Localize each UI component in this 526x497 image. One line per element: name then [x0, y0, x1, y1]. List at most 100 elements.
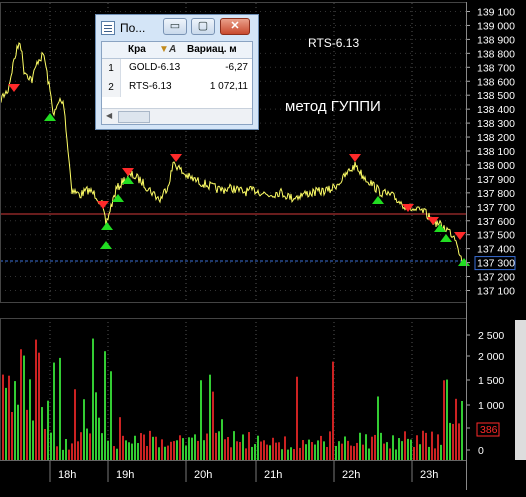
minimize-button[interactable]: ▭ [163, 18, 187, 35]
row-value: -6,27 [225, 62, 248, 73]
volume-bar [272, 437, 274, 460]
volume-bar [68, 449, 70, 460]
column-header-name[interactable]: Кра [128, 44, 146, 55]
table-row[interactable]: 2 RTS-6.13 1 072,11 [102, 78, 252, 97]
volume-bar [89, 433, 91, 460]
volume-bar [233, 431, 235, 460]
scroll-left-icon[interactable]: ◀ [106, 111, 112, 120]
sell-signal-marker [349, 154, 361, 162]
volume-bar [305, 444, 307, 460]
table-row[interactable]: 1 GOLD-6.13 -6,27 [102, 59, 252, 78]
sell-signal-marker [8, 84, 20, 92]
volume-bar [308, 439, 310, 460]
volume-bar [269, 445, 271, 460]
volume-bar [170, 441, 172, 460]
volume-bar [179, 435, 181, 460]
price-axis-label: 138 100 [477, 146, 515, 158]
volume-bar [359, 432, 361, 460]
volume-bar [131, 443, 133, 460]
volume-bar [11, 412, 13, 460]
volume-bar [236, 441, 238, 460]
volume-axis-label: 2 000 [478, 351, 504, 363]
volume-bar [320, 435, 322, 460]
volume-bar [14, 381, 16, 460]
column-header-value[interactable]: Вариац. м [187, 44, 237, 55]
sell-signal-marker [170, 154, 182, 162]
volume-bar [155, 436, 157, 460]
volume-bar [302, 440, 304, 460]
price-axis-label: 139 000 [477, 20, 515, 32]
volume-axis-label: 0 [478, 445, 484, 457]
volume-bar [164, 446, 166, 460]
volume-bar [182, 438, 184, 460]
volume-bar [299, 447, 301, 460]
volume-bar [338, 441, 340, 460]
volume-bar [347, 440, 349, 460]
instrument-label: RTS-6.13 [308, 36, 359, 50]
volume-bar [323, 441, 325, 460]
volume-bar [29, 379, 31, 460]
volume-bar [80, 432, 82, 460]
row-value: 1 072,11 [209, 81, 248, 92]
volume-bar [317, 440, 319, 460]
volume-bar [245, 448, 247, 460]
volume-bar [227, 436, 229, 460]
volume-axis-label: 1 500 [478, 375, 504, 387]
volume-bar [428, 446, 430, 460]
volume-bar [389, 448, 391, 460]
scrollbar-thumb[interactable] [118, 111, 150, 123]
volume-bar [350, 445, 352, 460]
sell-signal-marker [454, 232, 466, 240]
close-button[interactable]: ✕ [220, 18, 250, 35]
volume-bar [281, 449, 283, 460]
volume-bar [380, 432, 382, 460]
volume-bar [449, 422, 451, 460]
time-axis-label: 20h [194, 469, 212, 481]
volume-bar [32, 420, 34, 460]
volume-bar [284, 436, 286, 460]
volume-bar [200, 380, 202, 460]
sort-icon[interactable]: A [169, 44, 176, 55]
floating-window[interactable]: По... ▭ ▢ ✕ Кра ▼ A Вариац. м 1 GOLD-6.1… [95, 14, 259, 130]
volume-bar [368, 448, 370, 460]
volume-bar [140, 433, 142, 460]
volume-bar [290, 447, 292, 460]
volume-bar [101, 433, 103, 460]
volume-bar [173, 441, 175, 460]
volume-bar [83, 399, 85, 460]
volume-bar [191, 437, 193, 460]
horizontal-scrollbar[interactable]: ◀ [102, 108, 252, 124]
volume-bar [326, 446, 328, 460]
filter-icon[interactable]: ▼ [159, 44, 169, 55]
volume-bar [107, 440, 109, 460]
price-axis-label: 137 900 [477, 174, 515, 186]
maximize-button[interactable]: ▢ [191, 18, 215, 35]
volume-bar [62, 449, 64, 460]
volume-bar [446, 379, 448, 460]
volume-bar [353, 446, 355, 460]
volume-bar [395, 449, 397, 460]
volume-bars [2, 338, 463, 460]
price-axis-label: 138 600 [477, 76, 515, 88]
volume-bar [263, 440, 265, 460]
volume-bar [314, 444, 316, 460]
window-titlebar[interactable]: По... ▭ ▢ ✕ [96, 15, 258, 43]
volume-bar [146, 445, 148, 460]
price-axis-label: 137 500 [477, 230, 515, 242]
volume-bar [77, 441, 79, 460]
price-axis-label: 139 100 [477, 7, 515, 19]
volume-bar [197, 440, 199, 460]
volume-bar [248, 432, 250, 460]
volume-bar [257, 435, 259, 460]
data-grid: Кра ▼ A Вариац. м 1 GOLD-6.13 -6,27 2 RT… [101, 41, 253, 125]
row-number: 2 [102, 78, 121, 97]
volume-bar [260, 441, 262, 460]
volume-bar [128, 442, 130, 460]
price-axis-label: 138 900 [477, 34, 515, 46]
price-axis-label: 138 000 [477, 160, 515, 172]
volume-bar [92, 338, 94, 460]
current-volume-label: 386 [480, 424, 498, 436]
volume-bar [452, 423, 454, 460]
price-axis-label: 137 400 [477, 244, 515, 256]
time-axis-label: 22h [342, 469, 360, 481]
